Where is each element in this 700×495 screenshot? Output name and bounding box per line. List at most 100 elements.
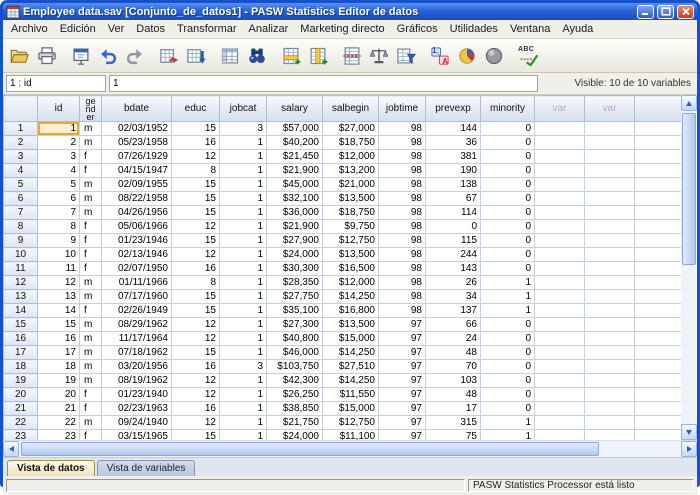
cell[interactable]: 19 (38, 374, 80, 388)
cell[interactable]: 70 (426, 360, 481, 374)
find-button[interactable] (244, 43, 270, 69)
cell[interactable] (585, 290, 635, 304)
cell[interactable]: 1 (220, 388, 267, 402)
cell[interactable]: $103,750 (267, 360, 323, 374)
cell[interactable] (535, 164, 585, 178)
cell[interactable]: m (80, 360, 102, 374)
print-button[interactable] (34, 43, 60, 69)
row-header-7[interactable]: 7 (4, 206, 38, 220)
cell[interactable]: 21 (38, 402, 80, 416)
row-header-23[interactable]: 23 (4, 430, 38, 441)
cell[interactable] (585, 318, 635, 332)
undo-button[interactable] (95, 43, 121, 69)
row-header-21[interactable]: 21 (4, 402, 38, 416)
cell[interactable]: 12 (172, 332, 220, 346)
column-header-var-2[interactable]: var (585, 96, 635, 122)
column-header-minority[interactable]: minority (481, 96, 535, 122)
cell[interactable] (585, 220, 635, 234)
cell[interactable]: 07/26/1929 (102, 150, 172, 164)
cell[interactable]: 13 (38, 290, 80, 304)
row-header-9[interactable]: 9 (4, 234, 38, 248)
cell[interactable]: m (80, 122, 102, 136)
horizontal-scroll-track[interactable] (19, 441, 681, 457)
cell[interactable]: $46,000 (267, 346, 323, 360)
cell-editor-input[interactable]: 1 (109, 75, 538, 92)
cell[interactable]: $9,750 (323, 220, 379, 234)
cell[interactable]: 143 (426, 262, 481, 276)
cell[interactable]: 0 (481, 262, 535, 276)
cell[interactable]: 02/13/1946 (102, 248, 172, 262)
cell[interactable]: 09/24/1940 (102, 416, 172, 430)
cell[interactable]: 1 (220, 318, 267, 332)
spell-check-button[interactable]: ABC (515, 43, 541, 69)
cell[interactable]: 1 (220, 178, 267, 192)
cell[interactable]: $16,800 (323, 304, 379, 318)
cell[interactable]: 15 (172, 122, 220, 136)
cell[interactable] (585, 374, 635, 388)
cell[interactable]: 1 (220, 304, 267, 318)
cell[interactable]: m (80, 290, 102, 304)
cell[interactable]: $13,500 (323, 248, 379, 262)
cell[interactable]: 103 (426, 374, 481, 388)
cell[interactable]: 75 (426, 430, 481, 441)
cell[interactable]: $30,300 (267, 262, 323, 276)
value-labels-button[interactable]: 1A (427, 43, 453, 69)
cell[interactable]: $21,750 (267, 416, 323, 430)
cell[interactable]: 1 (220, 332, 267, 346)
cell[interactable]: 1 (481, 290, 535, 304)
cell[interactable]: 381 (426, 150, 481, 164)
cell[interactable]: 12 (38, 276, 80, 290)
cell[interactable]: $28,350 (267, 276, 323, 290)
cell[interactable]: $13,200 (323, 164, 379, 178)
cell[interactable]: 98 (379, 136, 426, 150)
column-header-bdate[interactable]: bdate (102, 96, 172, 122)
cell[interactable]: 11 (38, 262, 80, 276)
cell[interactable]: 24 (426, 332, 481, 346)
cell[interactable]: 18 (38, 360, 80, 374)
cell[interactable]: 04/15/1947 (102, 164, 172, 178)
cell[interactable]: 16 (172, 402, 220, 416)
cell[interactable]: m (80, 136, 102, 150)
cell[interactable] (535, 136, 585, 150)
cell[interactable]: $40,800 (267, 332, 323, 346)
cell[interactable]: $26,250 (267, 388, 323, 402)
cell[interactable]: 1 (220, 136, 267, 150)
cell[interactable] (535, 388, 585, 402)
cell[interactable]: m (80, 332, 102, 346)
vertical-scroll-thumb[interactable] (682, 113, 696, 265)
split-file-button[interactable] (339, 43, 365, 69)
cell[interactable]: 0 (481, 332, 535, 346)
row-header-19[interactable]: 19 (4, 374, 38, 388)
cell[interactable]: 0 (481, 150, 535, 164)
row-header-14[interactable]: 14 (4, 304, 38, 318)
cell[interactable]: 07/18/1962 (102, 346, 172, 360)
cell[interactable]: f (80, 304, 102, 318)
cell[interactable]: 48 (426, 346, 481, 360)
cell[interactable]: $21,900 (267, 164, 323, 178)
cell[interactable]: $27,510 (323, 360, 379, 374)
cell[interactable]: 15 (172, 206, 220, 220)
cell[interactable] (535, 206, 585, 220)
cell[interactable]: 190 (426, 164, 481, 178)
cell[interactable]: 1 (220, 374, 267, 388)
cell[interactable]: $12,000 (323, 150, 379, 164)
use-variable-sets-button[interactable] (454, 43, 480, 69)
cell[interactable]: 98 (379, 164, 426, 178)
cell[interactable]: 97 (379, 416, 426, 430)
cell[interactable]: 12 (172, 318, 220, 332)
cell[interactable]: $38,850 (267, 402, 323, 416)
cell[interactable]: $45,000 (267, 178, 323, 192)
cell[interactable] (585, 360, 635, 374)
cell[interactable]: m (80, 318, 102, 332)
cell[interactable]: 97 (379, 360, 426, 374)
cell[interactable]: m (80, 374, 102, 388)
cell[interactable]: 12 (172, 388, 220, 402)
cell[interactable]: 7 (38, 206, 80, 220)
menu-edicion[interactable]: Edición (54, 21, 102, 37)
cell[interactable]: $40,200 (267, 136, 323, 150)
cell[interactable]: 1 (220, 192, 267, 206)
cell[interactable] (535, 276, 585, 290)
cell[interactable]: 8 (172, 276, 220, 290)
cell[interactable]: 1 (220, 416, 267, 430)
column-header-salbegin[interactable]: salbegin (323, 96, 379, 122)
